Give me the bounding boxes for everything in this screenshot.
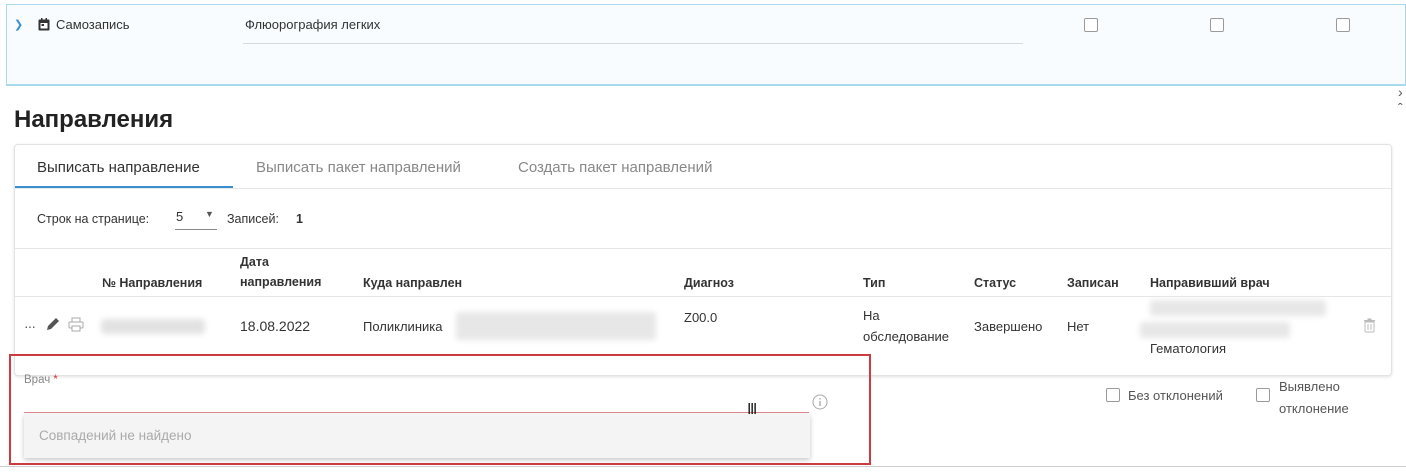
exam-row-panel — [6, 4, 1406, 86]
edge-chevron-up-icon[interactable]: ˆ — [1398, 100, 1403, 116]
exam-checkbox-3[interactable] — [1336, 18, 1350, 32]
rows-per-page-label: Строк на странице: — [37, 212, 150, 226]
no-deviation-checkbox[interactable] — [1106, 388, 1120, 402]
doctor-label-text: Врач — [24, 374, 51, 386]
records-count: 1 — [296, 212, 303, 226]
column-header-number[interactable]: № Направления — [102, 273, 202, 293]
cell-status: Завершено — [974, 319, 1043, 334]
tabs-divider — [15, 188, 1391, 189]
calendar-icon — [38, 18, 50, 36]
exam-checkbox-1[interactable] — [1084, 18, 1098, 32]
cell-destination: Поликлиника — [363, 319, 443, 334]
column-header-destination[interactable]: Куда направлен — [363, 273, 462, 293]
pager-divider — [15, 248, 1391, 249]
exam-source-label: Самозапись — [56, 17, 130, 32]
cell-diagnosis: Z00.0 — [684, 310, 718, 325]
edit-icon[interactable] — [45, 316, 61, 337]
tab-issue-referral-pack[interactable]: Выписать пакет направлений — [256, 159, 461, 176]
column-header-date[interactable]: Дата направления — [240, 252, 340, 292]
rows-select-underline — [175, 229, 217, 230]
column-header-doctor[interactable]: Направивший врач — [1150, 273, 1270, 293]
exam-checkbox-2[interactable] — [1210, 18, 1224, 32]
dropdown-caret-icon[interactable]: ▼ — [205, 209, 214, 219]
tab-create-referral-pack[interactable]: Создать пакет направлений — [518, 159, 712, 176]
referral-number-redacted — [101, 319, 205, 334]
print-icon[interactable] — [68, 317, 84, 337]
info-icon[interactable] — [812, 394, 828, 415]
doctor-name-redacted-2 — [1140, 322, 1290, 338]
column-header-status[interactable]: Статус — [974, 273, 1016, 293]
more-actions-icon[interactable]: ··· — [24, 318, 36, 334]
column-header-diagnosis[interactable]: Диагноз — [684, 273, 734, 293]
cell-booked: Нет — [1067, 319, 1090, 334]
tab-issue-referral[interactable]: Выписать направление — [37, 159, 200, 176]
column-header-booked[interactable]: Записан — [1067, 273, 1119, 293]
no-deviation-label[interactable]: Без отклонений — [1128, 388, 1223, 403]
no-match-message: Совпадений не найдено — [39, 428, 192, 443]
required-mark: * — [53, 374, 58, 386]
deviation-found-label[interactable]: Выявлено отклонение — [1279, 376, 1379, 420]
destination-redacted — [456, 312, 656, 340]
rows-per-page-select[interactable]: 5 — [176, 209, 183, 224]
cell-type: На обследование — [863, 308, 950, 344]
cell-department: Гематология — [1150, 341, 1227, 356]
expand-chevron-icon[interactable]: ❯ — [14, 18, 23, 31]
table-header-divider — [15, 296, 1391, 297]
deviation-found-checkbox[interactable] — [1256, 388, 1270, 402]
doctor-field-label: Врач * — [24, 374, 58, 386]
bottom-divider — [0, 466, 1406, 467]
cell-date: 18.08.2022 — [240, 318, 311, 334]
records-label: Записей: — [227, 212, 279, 226]
column-header-type[interactable]: Тип — [863, 273, 885, 293]
edge-chevron-icon[interactable]: › — [1398, 84, 1403, 100]
exam-divider — [243, 43, 1023, 44]
section-title: Направления — [14, 106, 174, 133]
exam-name-label: Флюорография легких — [245, 17, 381, 32]
delete-icon[interactable] — [1363, 318, 1376, 338]
doctor-input[interactable] — [24, 392, 809, 413]
doctor-name-redacted — [1150, 300, 1326, 316]
